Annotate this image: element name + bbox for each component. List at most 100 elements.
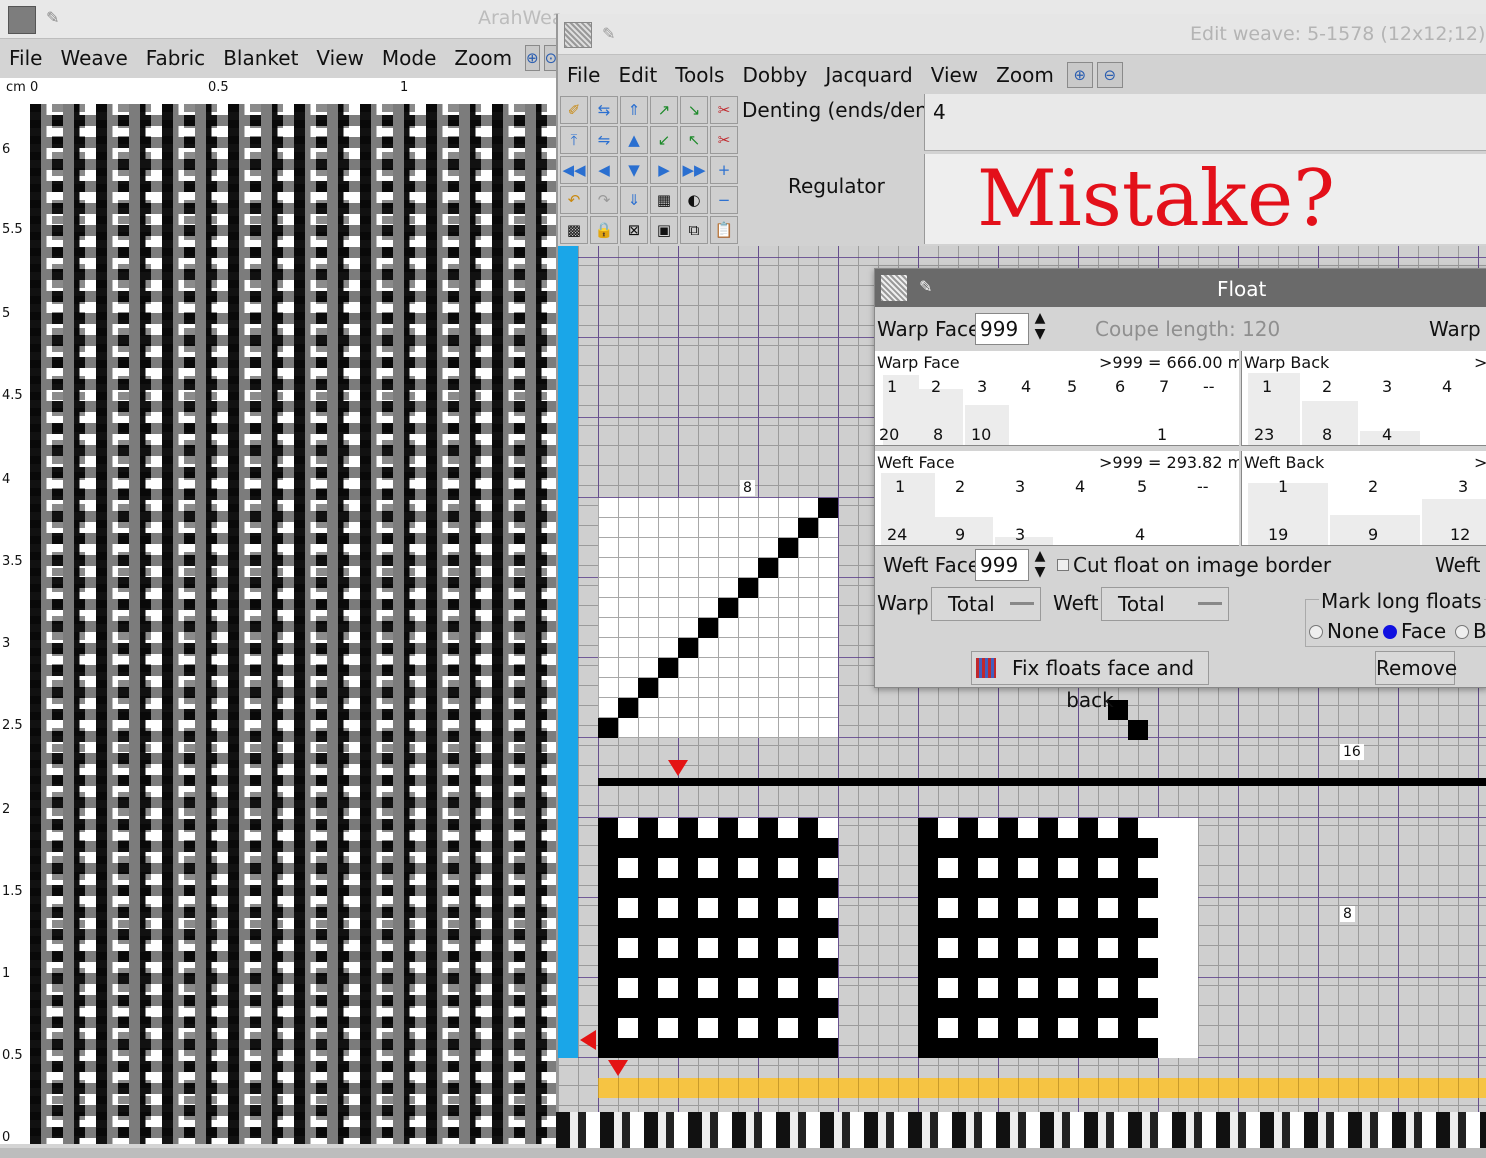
ruler-tick: 0.5 [208, 80, 229, 95]
spin-down-icon[interactable]: ▼ [1031, 565, 1049, 579]
weft-color-strip[interactable] [558, 246, 578, 1058]
warp-color-strip[interactable] [598, 1078, 1486, 1098]
weft-total-select[interactable]: Total [1101, 587, 1229, 621]
pin-icon[interactable]: ✎ [46, 8, 59, 27]
copy-icon[interactable]: ⧉ [680, 216, 708, 244]
col-label: 1 [1278, 477, 1289, 496]
shift-up-icon[interactable]: ⇑ [620, 96, 648, 124]
spin-up-icon[interactable]: ▲ [1031, 311, 1049, 325]
col-label: 6 [1115, 377, 1126, 396]
threading-block[interactable] [598, 498, 838, 738]
menu-blanket[interactable]: Blanket [214, 46, 307, 70]
invert-icon[interactable]: ◐ [680, 186, 708, 214]
arrow-down-double-icon[interactable]: ⇓ [620, 186, 648, 214]
arrow-down-icon[interactable]: ▼ [620, 156, 648, 184]
menu-file[interactable]: File [0, 46, 51, 70]
spin-down-icon[interactable]: ▼ [1031, 327, 1049, 341]
arrow-up-icon[interactable]: ▲ [620, 126, 648, 154]
pin-icon[interactable]: ✎ [602, 24, 615, 43]
plus-icon[interactable]: + [710, 156, 738, 184]
undo-icon[interactable]: ↶ [560, 186, 588, 214]
zoom-in-icon[interactable]: ⊕ [525, 45, 540, 71]
col-label: -- [1203, 377, 1215, 396]
zoom-in-icon[interactable]: ⊕ [1066, 62, 1093, 88]
dropdown-icon [1010, 602, 1034, 605]
col-label: 1 [887, 377, 898, 396]
repeat-label: 16 [1340, 744, 1364, 760]
menu-edit[interactable]: Edit [609, 63, 666, 87]
marker-down-icon[interactable] [668, 760, 688, 776]
mark-long-floats-label: Mark long floats [1319, 589, 1484, 613]
weave-repeat-block[interactable] [598, 818, 838, 1058]
marker-left-icon[interactable] [580, 1030, 596, 1050]
ruler-tick: 5 [2, 306, 11, 321]
skew-down-icon[interactable]: ↘ [680, 96, 708, 124]
col-label: 5 [1137, 477, 1148, 496]
grid-icon[interactable]: ▩ [560, 216, 588, 244]
pin-icon[interactable]: ✎ [919, 277, 932, 296]
radio-none[interactable] [1309, 625, 1323, 639]
menu-dobby[interactable]: Dobby [733, 63, 816, 87]
radio-face[interactable] [1383, 625, 1397, 639]
denting-field[interactable]: 4 [924, 94, 1486, 151]
radio-back[interactable] [1455, 625, 1469, 639]
regulator-label: Regulator [788, 174, 885, 198]
arrow-last-icon[interactable]: ▶▶ [680, 156, 708, 184]
minus-icon[interactable]: − [710, 186, 738, 214]
coupe-length: Coupe length: 120 [1095, 317, 1281, 341]
checker-icon[interactable]: ▦ [650, 186, 678, 214]
app-icon [8, 6, 36, 34]
arrow-right-icon[interactable]: ▶ [650, 156, 678, 184]
menu-view[interactable]: View [922, 63, 987, 87]
arrow-left-icon[interactable]: ◀ [590, 156, 618, 184]
fix-floats-button[interactable]: Fix floats face and back [971, 651, 1209, 712]
lock-icon[interactable]: 🔒 [590, 216, 618, 244]
horizontal-scrollbar[interactable] [0, 1148, 1486, 1158]
menu-weave[interactable]: Weave [51, 46, 136, 70]
remove-button[interactable]: Remove [1375, 651, 1457, 685]
weave-app-icon [881, 275, 907, 301]
menu-file[interactable]: File [558, 63, 609, 87]
marker-down-icon[interactable] [608, 1060, 628, 1076]
spin-up-icon[interactable]: ▲ [1031, 549, 1049, 563]
weft-label: Weft [1053, 591, 1099, 615]
scissors-icon[interactable]: ✂ [710, 96, 738, 124]
warp-total-select[interactable]: Total [931, 587, 1041, 621]
menu-zoom[interactable]: Zoom [445, 46, 521, 70]
skew-up-icon[interactable]: ↗ [650, 96, 678, 124]
weft-face-input[interactable]: 999 [975, 549, 1029, 581]
radio-face-label: Face [1401, 619, 1447, 643]
paste-icon[interactable]: 📋 [710, 216, 738, 244]
twill-right-icon[interactable]: ↖ [680, 126, 708, 154]
window-title: ArahWea [478, 7, 564, 29]
col-label: 4 [1075, 477, 1086, 496]
twill-left-icon[interactable]: ↙ [650, 126, 678, 154]
redo-icon[interactable]: ↷ [590, 186, 618, 214]
warp-face-input[interactable]: 999 [975, 313, 1029, 345]
zoom-out-icon[interactable]: ⊖ [1096, 62, 1123, 88]
rotate-icon[interactable]: ⤒ [560, 126, 588, 154]
brush-icon[interactable]: ✐ [560, 96, 588, 124]
swap-icon[interactable]: ⇆ [590, 96, 618, 124]
menu-zoom[interactable]: Zoom [987, 63, 1063, 87]
regulator-field[interactable]: Mistake? [924, 154, 1486, 244]
count-value: 9 [1368, 525, 1379, 544]
pattern-icon[interactable]: ▣ [650, 216, 678, 244]
cut-pattern-icon[interactable]: ✂ [710, 126, 738, 154]
menu-mode[interactable]: Mode [373, 46, 446, 70]
menu-view[interactable]: View [307, 46, 372, 70]
col-label: 5 [1067, 377, 1078, 396]
cut-float-checkbox[interactable] [1057, 559, 1069, 571]
warp-face-label: Warp Face [877, 317, 981, 341]
clear-icon[interactable]: ⊠ [620, 216, 648, 244]
menu-tools[interactable]: Tools [666, 63, 733, 87]
count-value: 12 [1450, 525, 1471, 544]
count-value: 4 [1382, 425, 1393, 444]
title-bar: ✎ Float [875, 269, 1486, 307]
arrow-first-icon[interactable]: ◀◀ [560, 156, 588, 184]
menu-fabric[interactable]: Fabric [137, 46, 214, 70]
menu-jacquard[interactable]: Jacquard [816, 63, 921, 87]
vertical-ruler: 6 5.5 5 4.5 4 3.5 3 2.5 2 1.5 1 0.5 0 [0, 104, 30, 1145]
weave-repeat-block[interactable] [918, 818, 1158, 1058]
mirror-icon[interactable]: ⇋ [590, 126, 618, 154]
